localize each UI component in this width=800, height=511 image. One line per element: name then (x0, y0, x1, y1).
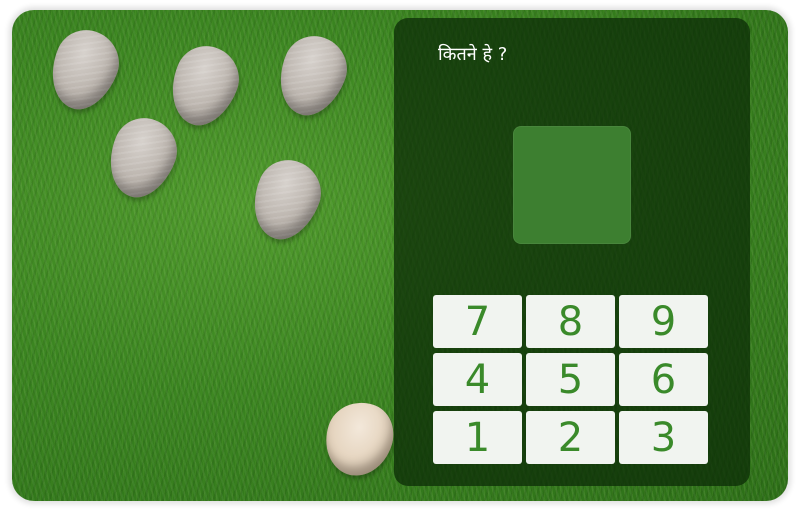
stone-draggable[interactable] (316, 393, 402, 485)
stone-2 (159, 36, 249, 136)
key-2[interactable]: 2 (526, 411, 615, 464)
key-5[interactable]: 5 (526, 353, 615, 406)
key-3[interactable]: 3 (619, 411, 708, 464)
answer-box[interactable] (513, 126, 631, 244)
question-text: कितने हे ? (438, 44, 508, 65)
key-1[interactable]: 1 (433, 411, 522, 464)
stone-5 (241, 150, 331, 250)
stone-1 (39, 20, 129, 120)
stone-3 (267, 26, 357, 126)
number-keypad: 7 8 9 4 5 6 1 2 3 (433, 295, 709, 464)
key-6[interactable]: 6 (619, 353, 708, 406)
key-7[interactable]: 7 (433, 295, 522, 348)
stone-4 (97, 108, 187, 208)
game-board: कितने हे ? 7 8 9 4 5 6 1 2 3 (12, 10, 788, 501)
answer-panel: कितने हे ? 7 8 9 4 5 6 1 2 3 (394, 18, 750, 486)
key-4[interactable]: 4 (433, 353, 522, 406)
key-9[interactable]: 9 (619, 295, 708, 348)
key-8[interactable]: 8 (526, 295, 615, 348)
